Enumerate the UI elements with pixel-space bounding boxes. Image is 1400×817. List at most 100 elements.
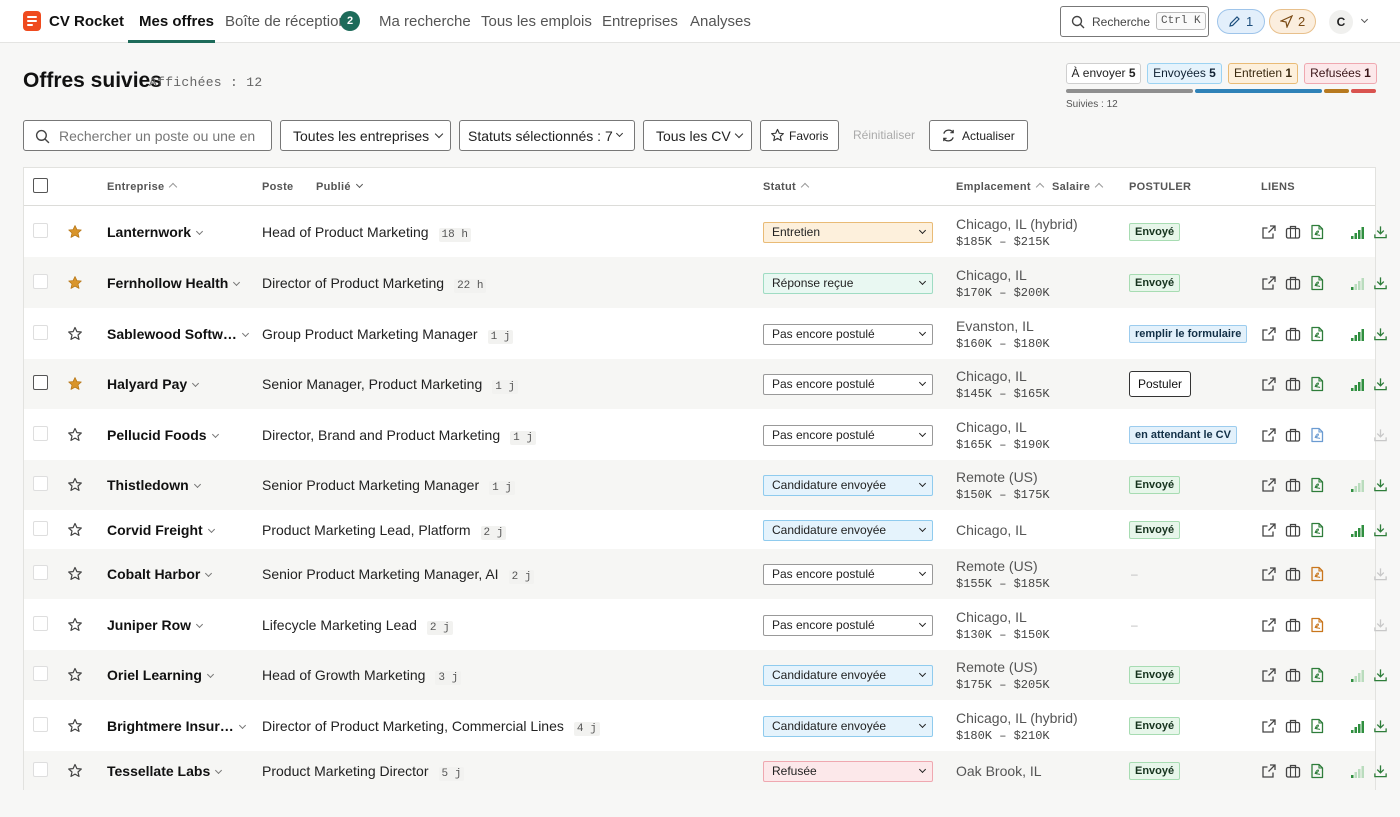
cv-document-icon[interactable] [1309,522,1325,538]
row-checkbox[interactable] [33,426,48,441]
company-name[interactable]: Lanternwork [107,224,204,240]
briefcase-icon[interactable] [1285,763,1301,779]
briefcase-icon[interactable] [1285,427,1301,443]
outbox-pill[interactable]: 2 [1269,9,1316,34]
table-row[interactable]: Cobalt Harbor Senior Product Marketing M… [24,549,1387,599]
tab-analyses[interactable]: Analyses [690,13,751,30]
company-name[interactable]: Pellucid Foods [107,427,219,443]
position-title[interactable]: Senior Product Marketing Manager, AI 2 j [262,566,535,584]
status-select[interactable]: Pas encore postulé [763,615,933,636]
row-checkbox[interactable] [33,476,48,491]
status-select[interactable]: Refusée [763,761,933,782]
external-link-icon[interactable] [1261,326,1277,342]
briefcase-icon[interactable] [1285,376,1301,392]
cv-document-icon[interactable] [1309,224,1325,240]
briefcase-icon[interactable] [1285,718,1301,734]
company-name[interactable]: Corvid Freight [107,522,215,538]
row-checkbox[interactable] [33,762,48,777]
status-select[interactable]: Pas encore postulé [763,324,933,345]
table-row[interactable]: Brightmere Insur… Director of Product Ma… [24,700,1387,751]
position-title[interactable]: Lifecycle Marketing Lead 2 j [262,617,453,635]
row-checkbox[interactable] [33,616,48,631]
position-title[interactable]: Product Marketing Director 5 j [262,763,465,781]
download-icon[interactable] [1373,718,1388,734]
download-icon[interactable] [1373,667,1388,683]
global-search-button[interactable]: Recherche Ctrl K [1060,6,1209,37]
table-row[interactable]: Oriel Learning Head of Growth Marketing 3… [24,650,1387,700]
table-row[interactable]: Lanternwork Head of Product Marketing 18 … [24,207,1387,257]
star-outline-icon[interactable] [67,718,83,734]
star-outline-icon[interactable] [67,617,83,633]
external-link-icon[interactable] [1261,275,1277,291]
cv-document-icon[interactable] [1309,763,1325,779]
company-name[interactable]: Oriel Learning [107,667,214,683]
company-name[interactable]: Thistledown [107,477,201,493]
briefcase-icon[interactable] [1285,477,1301,493]
star-outline-icon[interactable] [67,566,83,582]
external-link-icon[interactable] [1261,376,1277,392]
star-outline-icon[interactable] [67,522,83,538]
download-icon[interactable] [1373,763,1388,779]
row-checkbox[interactable] [33,717,48,732]
status-filter-select[interactable]: Statuts sélectionnés : 7 [459,120,635,151]
download-icon[interactable] [1373,275,1388,291]
column-published-sort[interactable]: Publié [316,180,363,193]
external-link-icon[interactable] [1261,667,1277,683]
position-title[interactable]: Head of Growth Marketing 3 j [262,667,462,685]
select-all-checkbox[interactable] [33,178,48,193]
row-checkbox[interactable] [33,223,48,238]
external-link-icon[interactable] [1261,617,1277,633]
download-icon[interactable] [1373,326,1388,342]
cv-document-icon[interactable] [1309,427,1325,443]
column-position[interactable]: Poste [262,181,293,193]
reset-button[interactable]: Réinitialiser [853,128,915,142]
row-checkbox[interactable] [33,521,48,536]
company-name[interactable]: Tessellate Labs [107,763,223,779]
table-row[interactable]: Thistledown Senior Product Marketing Man… [24,460,1387,510]
drafts-pill[interactable]: 1 [1217,9,1265,34]
table-row[interactable]: Juniper Row Lifecycle Marketing Lead 2 j … [24,599,1387,650]
download-icon[interactable] [1373,477,1388,493]
account-chevron-down-icon[interactable] [1360,15,1369,24]
cv-document-icon[interactable] [1309,275,1325,291]
row-checkbox[interactable] [33,375,48,390]
table-row[interactable]: Pellucid Foods Director, Brand and Produ… [24,409,1387,460]
briefcase-icon[interactable] [1285,224,1301,240]
star-outline-icon[interactable] [67,667,83,683]
position-title[interactable]: Director, Brand and Product Marketing 1 j [262,427,536,445]
external-link-icon[interactable] [1261,427,1277,443]
column-salary-sort[interactable]: Salaire [1052,181,1104,193]
row-checkbox[interactable] [33,565,48,580]
tab-tous-les-emplois[interactable]: Tous les emplois [481,13,592,30]
cv-document-icon[interactable] [1309,477,1325,493]
status-select[interactable]: Entretien [763,222,933,243]
position-title[interactable]: Director of Product Marketing 22 h [262,275,487,293]
position-title[interactable]: Senior Manager, Product Marketing 1 j [262,376,519,394]
column-company-sort[interactable]: Entreprise [107,181,178,193]
cv-document-icon[interactable] [1309,617,1325,633]
company-name[interactable]: Juniper Row [107,617,204,633]
status-select[interactable]: Candidature envoyée [763,665,933,686]
tab-mes-offres[interactable]: Mes offres [139,13,214,30]
user-avatar[interactable]: C [1329,10,1353,34]
download-icon[interactable] [1373,376,1388,392]
status-filter-sent[interactable]: Envoyées 5 [1147,63,1222,84]
company-name[interactable]: Halyard Pay [107,376,200,392]
status-select[interactable]: Réponse reçue [763,273,933,294]
column-location-sort[interactable]: Emplacement [956,181,1045,193]
status-select[interactable]: Candidature envoyée [763,475,933,496]
brand-name[interactable]: CV Rocket [49,13,124,30]
status-filter-to-send[interactable]: À envoyer 5 [1066,63,1141,84]
briefcase-icon[interactable] [1285,275,1301,291]
star-filled-icon[interactable] [67,275,83,291]
table-row[interactable]: Sablewood Softw… Group Product Marketing… [24,308,1387,359]
status-select[interactable]: Pas encore postulé [763,425,933,446]
briefcase-icon[interactable] [1285,617,1301,633]
tab-ma-recherche[interactable]: Ma recherche [379,13,471,30]
briefcase-icon[interactable] [1285,667,1301,683]
table-row[interactable]: Tessellate Labs Product Marketing Direct… [24,751,1387,790]
briefcase-icon[interactable] [1285,326,1301,342]
cv-rocket-logo-icon[interactable] [23,11,41,31]
cv-document-icon[interactable] [1309,566,1325,582]
company-name[interactable]: Brightmere Insur… [107,718,246,734]
